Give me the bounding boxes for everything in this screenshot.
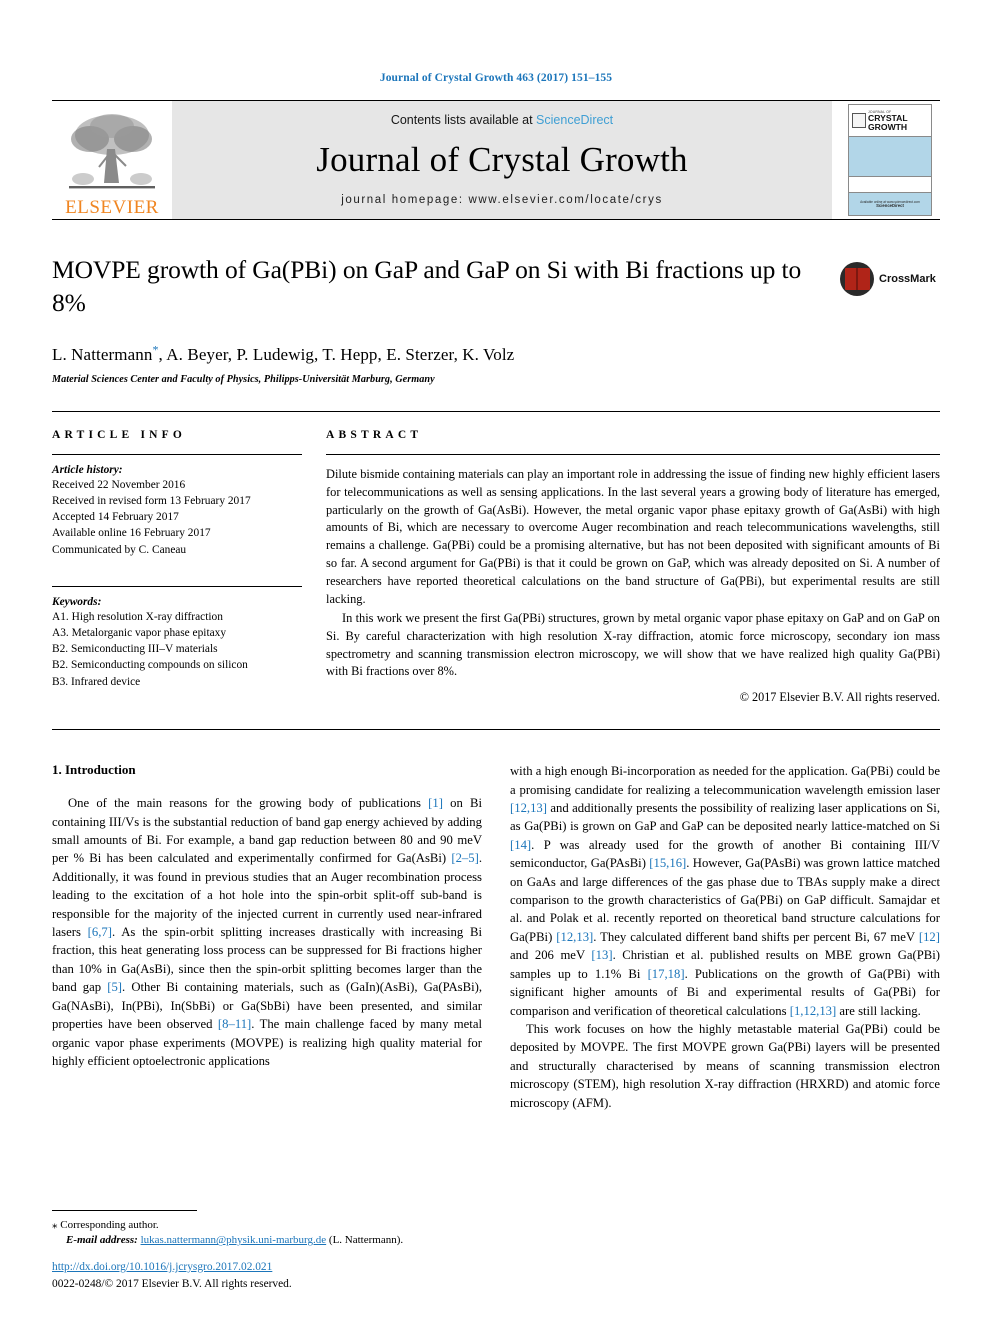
abstract-rule <box>326 453 940 455</box>
article-history-1: Received in revised form 13 February 201… <box>52 495 251 508</box>
article-info-heading: ARTICLE INFO <box>52 428 187 441</box>
corresponding-author-marker: * <box>152 342 159 357</box>
email-owner: (L. Nattermann). <box>328 1234 404 1247</box>
intro-paragraph-right-1: with a high enough Bi-incorporation as n… <box>510 764 940 1018</box>
intro-text-right: with a high enough Bi-incorporation as n… <box>510 762 940 1112</box>
author-names-text: L. Nattermann*, A. Beyer, P. Ludewig, T.… <box>52 342 515 364</box>
cover-image-area <box>849 137 931 177</box>
abstract-paragraph-2: In this work we present the first Ga(PBi… <box>326 610 940 679</box>
cover-header: JOURNAL OF CRYSTAL GROWTH <box>849 105 931 137</box>
cover-white-strip <box>849 177 931 193</box>
corresponding-author-text: Corresponding author. <box>60 1218 159 1231</box>
cover-title-group: JOURNAL OF CRYSTAL GROWTH <box>866 110 908 132</box>
affiliation: Material Sciences Center and Faculty of … <box>52 373 435 385</box>
asterisk-icon: ⁎ <box>52 1218 58 1231</box>
keywords-rule <box>52 585 302 587</box>
cover-footer-text: Available online at www.sciencedirect.co… <box>860 200 920 208</box>
elsevier-wordmark: ELSEVIER <box>65 197 159 218</box>
article-info-column: ARTICLE INFO Article history: Received 2… <box>52 429 302 705</box>
article-history-0: Received 22 November 2016 <box>52 478 186 491</box>
article-history-2: Accepted 14 February 2017 <box>52 511 179 524</box>
elsevier-tree-icon <box>69 114 155 189</box>
body-column-left: 1. Introduction One of the main reasons … <box>52 762 482 1112</box>
keyword-4: B3. Infrared device <box>52 675 141 688</box>
intro-text-left: One of the main reasons for the growing … <box>52 794 482 1070</box>
email-label: E-mail address: <box>66 1234 138 1247</box>
article-history-label: Article history: <box>52 463 123 476</box>
cover-box: JOURNAL OF CRYSTAL GROWTH Available onli… <box>848 104 932 216</box>
article-history-3: Available online 16 February 2017 <box>52 527 211 540</box>
footnote-rule <box>52 1209 197 1211</box>
crossmark-label: CrossMark <box>879 273 936 285</box>
abstract-paragraph-1: Dilute bismide containing materials can … <box>326 466 940 606</box>
body-columns: 1. Introduction One of the main reasons … <box>52 762 940 1112</box>
article-history-4: Communicated by C. Caneau <box>52 543 187 556</box>
author-names: L. Nattermann*, A. Beyer, P. Ludewig, T.… <box>52 342 515 364</box>
email-link[interactable]: lukas.nattermann@physik.uni-marburg.de <box>141 1234 327 1246</box>
corresponding-author-note: ⁎ Corresponding author. <box>52 1218 492 1234</box>
abstract-column: ABSTRACT Dilute bismide containing mater… <box>326 429 940 705</box>
journal-title: Journal of Crystal Growth <box>316 139 688 179</box>
footer-block: http://dx.doi.org/10.1016/j.jcrysgro.201… <box>52 1259 292 1293</box>
sciencedirect-link[interactable]: ScienceDirect <box>536 113 613 127</box>
article-page: Journal of Crystal Growth 463 (2017) 151… <box>0 0 992 1323</box>
journal-homepage[interactable]: journal homepage: www.elsevier.com/locat… <box>341 194 663 206</box>
elsevier-logo: ELSEVIER <box>52 101 172 219</box>
cover-elsevier-icon <box>852 113 866 128</box>
issn-copyright-line: 0022-0248/© 2017 Elsevier B.V. All right… <box>52 1277 292 1290</box>
author-list: L. Nattermann*, A. Beyer, P. Ludewig, T.… <box>52 342 830 365</box>
journal-cover-thumbnail[interactable]: JOURNAL OF CRYSTAL GROWTH Available onli… <box>840 101 940 219</box>
crossmark-icon <box>840 262 874 296</box>
cover-footer-area: Available online at www.sciencedirect.co… <box>849 193 931 215</box>
masthead-bottom-rule <box>52 219 940 220</box>
cover-foot-line2: ScienceDirect <box>876 203 904 208</box>
info-abstract-section: ARTICLE INFO Article history: Received 2… <box>52 410 940 705</box>
cover-growth-label: GROWTH <box>868 121 908 132</box>
abstract-heading: ABSTRACT <box>326 428 423 441</box>
running-head: Journal of Crystal Growth 463 (2017) 151… <box>379 72 613 84</box>
page-title: MOVPE growth of Ga(PBi) on GaP and GaP o… <box>52 255 802 317</box>
crossmark-book-icon <box>844 268 870 290</box>
contents-available-line: Contents lists available at ScienceDirec… <box>391 113 613 127</box>
journal-masthead: ELSEVIER Contents lists available at Sci… <box>52 100 940 219</box>
keyword-1: A3. Metalorganic vapor phase epitaxy <box>52 627 227 640</box>
intro-paragraph-right-2: This work focuses on how the highly meta… <box>510 1021 940 1110</box>
body-column-right: with a high enough Bi-incorporation as n… <box>510 762 940 1112</box>
contents-prefix-text: Contents lists available at <box>390 112 537 127</box>
keyword-0: A1. High resolution X-ray diffraction <box>52 610 223 623</box>
crossmark-badge[interactable]: CrossMark <box>840 256 940 302</box>
footnote-block: ⁎ Corresponding author. E-mail address: … <box>52 1209 492 1249</box>
title-block: MOVPE growth of Ga(PBi) on GaP and GaP o… <box>52 254 940 385</box>
body-top-rule <box>52 729 940 731</box>
abstract-body: Dilute bismide containing materials can … <box>326 466 940 681</box>
keyword-2: B2. Semiconducting III–V materials <box>52 643 218 656</box>
masthead-center: Contents lists available at ScienceDirec… <box>172 101 832 219</box>
doi-link[interactable]: http://dx.doi.org/10.1016/j.jcrysgro.201… <box>52 1261 272 1273</box>
abstract-copyright: © 2017 Elsevier B.V. All rights reserved… <box>739 690 940 705</box>
intro-paragraph-left: One of the main reasons for the growing … <box>52 796 482 1068</box>
keywords-label: Keywords: <box>52 595 102 608</box>
section-heading-introduction: 1. Introduction <box>52 762 136 778</box>
email-note: E-mail address: lukas.nattermann@physik.… <box>52 1233 492 1249</box>
keyword-3: B2. Semiconducting compounds on silicon <box>52 659 248 672</box>
keywords-block: Keywords: A1. High resolution X-ray diff… <box>52 585 302 690</box>
article-info-rule <box>52 453 302 455</box>
